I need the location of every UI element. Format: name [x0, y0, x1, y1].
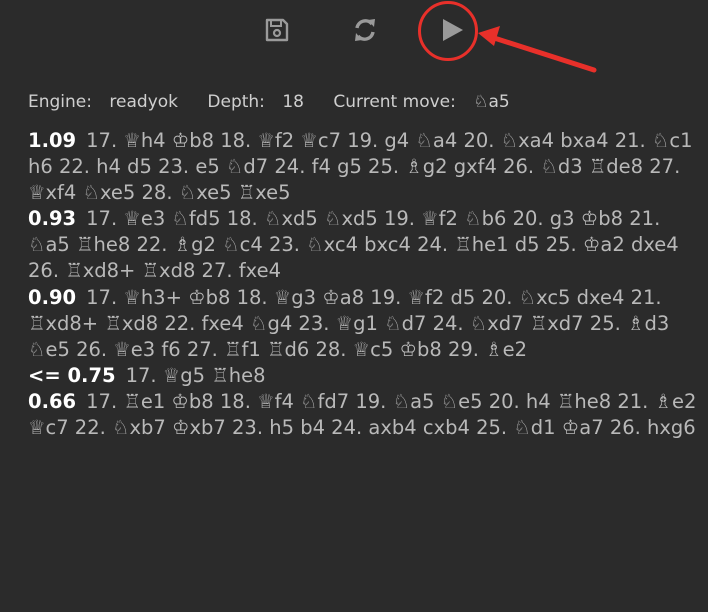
refresh-icon: [355, 19, 375, 41]
analysis-line: 1.09 17. ♕h4 ♔b8 18. ♕f2 ♕c7 19. g4 ♘a4 2…: [28, 128, 700, 206]
line-moves: 17. ♕h4 ♔b8 18. ♕f2 ♕c7 19. g4 ♘a4 20. ♘…: [28, 129, 693, 205]
analysis-line: 0.90 17. ♕h3+ ♔b8 18. ♕g3 ♔a8 19. ♕f2 d5 …: [28, 285, 700, 363]
toolbar: [0, 0, 708, 73]
line-moves: 17. ♕h3+ ♔b8 18. ♕g3 ♔a8 19. ♕f2 d5 20. …: [28, 285, 670, 361]
line-score: 0.93: [28, 207, 77, 231]
floppy-disk-icon: [265, 18, 289, 42]
analysis-line: 0.93 17. ♕e3 ♘fd5 18. ♘xd5 ♘xd5 19. ♕f2 ♘…: [28, 206, 700, 284]
line-score: 0.66: [28, 389, 77, 413]
save-button[interactable]: [261, 14, 293, 46]
line-moves: 17. ♕g5 ♖he8: [125, 363, 266, 387]
depth-info: Depth: 18: [207, 92, 304, 112]
line-score: 1.09: [28, 129, 77, 152]
current-move-info: Current move: ♘a5: [333, 92, 510, 112]
line-moves: 17. ♖e1 ♔b8 18. ♕f4 ♘fd7 19. ♘a5 ♘e5 20.…: [28, 389, 697, 440]
refresh-button[interactable]: [349, 14, 381, 46]
line-score: <= 0.75: [28, 363, 116, 387]
annotation-arrow: [478, 26, 597, 73]
highlight-circle: [418, 1, 478, 61]
engine-status: Engine: readyok Depth: 18 Current move: ♘a5: [28, 92, 534, 112]
analysis-lines: 1.09 17. ♕h4 ♔b8 18. ♕f2 ♕c7 19. g4 ♘a4 2…: [28, 128, 700, 441]
engine-info: Engine: readyok: [28, 92, 178, 112]
analysis-line: <= 0.75 17. ♕g5 ♖he8: [28, 363, 700, 389]
line-moves: 17. ♕e3 ♘fd5 18. ♘xd5 ♘xd5 19. ♕f2 ♘b6 2…: [28, 207, 679, 283]
line-score: 0.90: [28, 285, 77, 309]
analysis-line: 0.66 17. ♖e1 ♔b8 18. ♕f4 ♘fd7 19. ♘a5 ♘e5…: [28, 389, 700, 441]
